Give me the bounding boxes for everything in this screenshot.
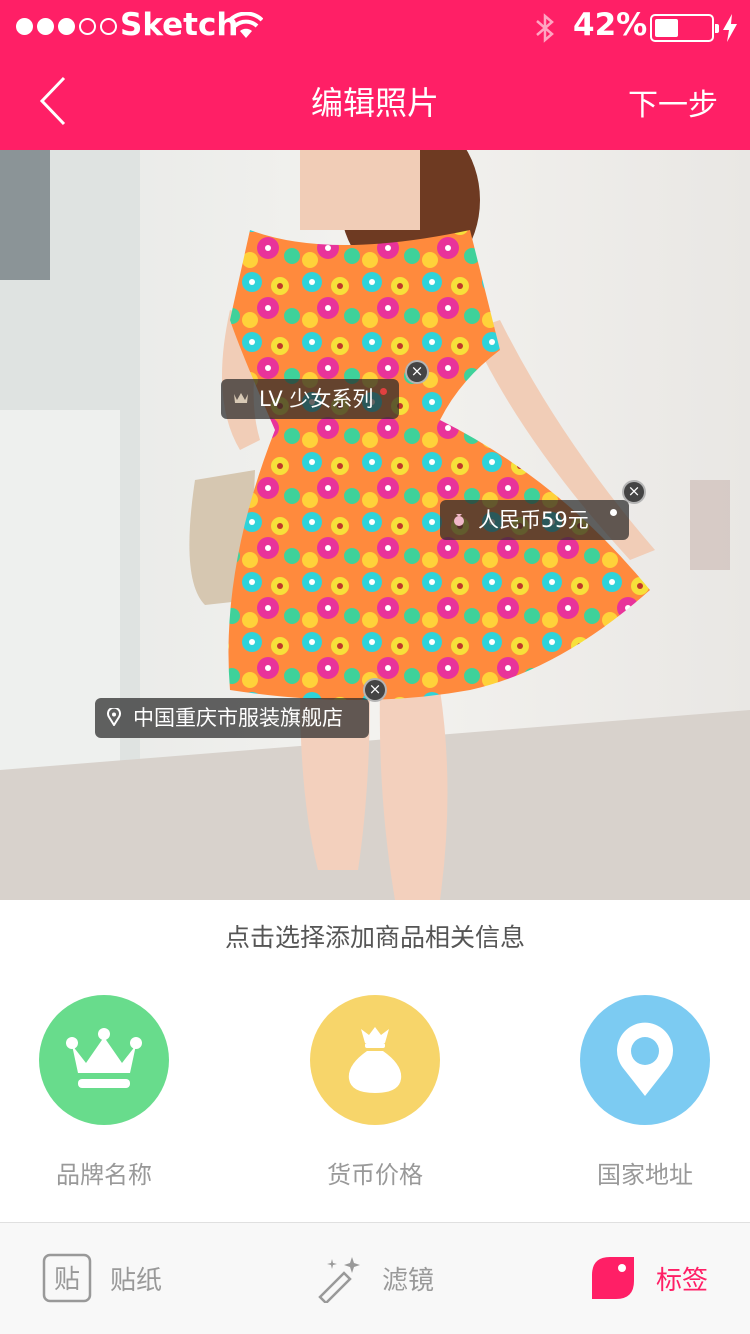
crown-icon [234, 393, 248, 403]
address-option-circle [580, 995, 710, 1125]
brand-name-option[interactable]: 品牌名称 [4, 995, 204, 1190]
status-bar: Sketch 42% [0, 0, 750, 54]
price-tag[interactable]: 人民币59元 [440, 500, 629, 540]
price-option-label: 货币价格 [327, 1161, 423, 1189]
location-tag[interactable]: 中国重庆市服装旗舰店 [95, 698, 369, 738]
carrier-name: Sketch [120, 7, 239, 43]
tag-options-panel: 点击选择添加商品相关信息 品牌名称 货币价格 国家地址 [0, 900, 750, 1222]
brand-option-label: 品牌名称 [56, 1161, 152, 1189]
money-bag-icon [348, 1027, 402, 1093]
wifi-icon [229, 12, 263, 38]
remove-price-tag-button[interactable]: × [622, 480, 646, 504]
tab-filter[interactable]: 滤镜 [314, 1253, 434, 1303]
remove-brand-tag-button[interactable]: × [405, 360, 429, 384]
brand-option-circle [39, 995, 169, 1125]
panel-hint: 点击选择添加商品相关信息 [224, 923, 525, 952]
tab-sticker-label: 贴纸 [110, 1265, 163, 1296]
tag-icon [592, 1257, 634, 1299]
charging-bolt-icon [723, 14, 737, 42]
location-pin-icon [617, 1022, 673, 1096]
next-step-button[interactable]: 下一步 [628, 80, 718, 124]
location-tag-text: 中国重庆市服装旗舰店 [133, 706, 343, 730]
remove-location-tag-button[interactable]: × [363, 678, 387, 702]
tab-filter-label: 滤镜 [382, 1265, 435, 1296]
magic-wand-icon [318, 1257, 360, 1303]
battery-percent: 42% [573, 7, 648, 43]
money-bag-icon [454, 514, 464, 526]
address-option-label: 国家地址 [597, 1161, 693, 1189]
brand-tag[interactable]: LV 少女系列 [221, 379, 400, 419]
tab-sticker[interactable]: 贴 贴纸 [42, 1253, 162, 1303]
dress-photo [0, 150, 750, 900]
photo-canvas[interactable]: LV 少女系列 × 人民币59元 × 中国重庆市服装旗舰店 × [0, 150, 750, 900]
tab-tag-label: 标签 [656, 1265, 709, 1296]
bottom-tab-bar: 贴 贴纸 滤镜 标签 [0, 1222, 750, 1334]
battery-icon [650, 14, 719, 42]
bluetooth-icon [536, 13, 554, 43]
brand-tag-text: LV 少女系列 [259, 387, 374, 411]
price-option-circle [310, 995, 440, 1125]
currency-price-option[interactable]: 货币价格 [275, 995, 475, 1190]
sticker-icon: 贴 [42, 1253, 92, 1303]
country-address-option[interactable]: 国家地址 [545, 995, 745, 1190]
svg-text:贴: 贴 [54, 1265, 80, 1295]
header: Sketch 42% 编辑照片 下一步 [0, 0, 750, 150]
tab-tag[interactable]: 标签 [588, 1253, 708, 1303]
location-pin-icon [107, 708, 121, 726]
crown-icon [66, 1028, 142, 1088]
price-tag-text: 人民币59元 [478, 508, 589, 532]
signal-strength-icon [16, 18, 117, 35]
